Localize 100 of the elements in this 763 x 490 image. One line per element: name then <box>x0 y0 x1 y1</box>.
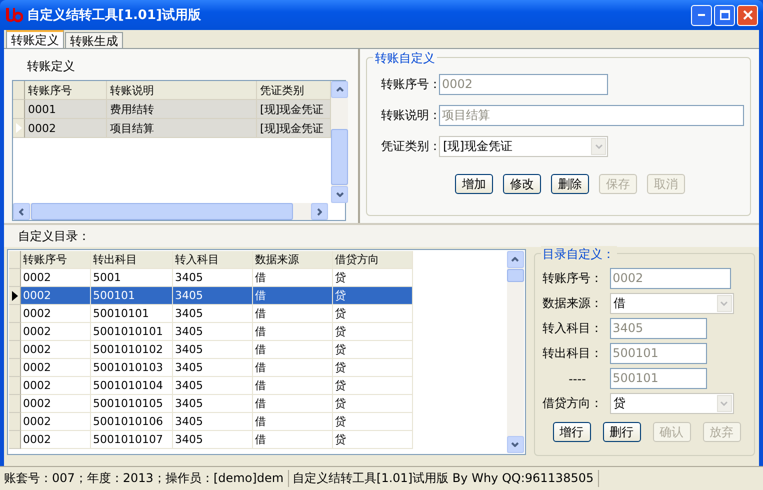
window-title: 自定义结转工具[1.01]试用版 <box>27 6 201 24</box>
input-field[interactable]: 0002 <box>439 74 608 95</box>
table-cell: 500101 <box>91 287 173 305</box>
table-cell: 5001010104 <box>91 377 173 395</box>
scroll-thumb[interactable] <box>331 129 348 185</box>
chevron-down-icon <box>720 401 728 406</box>
table-cell: 0002 <box>21 341 91 359</box>
table-cell: 3405 <box>173 305 253 323</box>
table-cell: 借 <box>253 395 333 413</box>
field-label: ---- <box>568 372 587 386</box>
table-cell: 贷 <box>333 341 413 359</box>
vertical-scrollbar[interactable] <box>331 81 348 203</box>
table-cell: 贷 <box>333 305 413 323</box>
app-logo-icon <box>5 7 23 23</box>
table-cell: 项目结算 <box>107 119 257 138</box>
dropdown[interactable]: 借 <box>610 293 734 314</box>
table-cell: 3405 <box>173 413 253 431</box>
maximize-button[interactable] <box>714 4 735 26</box>
table-cell: 借 <box>253 377 333 395</box>
table-cell: 5001010106 <box>91 413 173 431</box>
column-header[interactable]: 转出科目 <box>91 251 173 269</box>
table-cell: 0002 <box>21 413 91 431</box>
scroll-thumb[interactable] <box>506 269 524 282</box>
column-header[interactable]: 转账序号 <box>21 251 91 269</box>
chevron-down-icon <box>511 442 520 447</box>
table-cell: 贷 <box>333 323 413 341</box>
table-cell: 3405 <box>173 359 253 377</box>
table-cell: 费用结转 <box>107 100 257 119</box>
scroll-left-button[interactable] <box>13 203 30 220</box>
group-title: 转账自定义 <box>373 50 437 67</box>
column-header[interactable]: 转账序号 <box>25 81 107 100</box>
input-field[interactable]: 项目结算 <box>439 105 744 126</box>
field-label: 借贷方向： <box>542 395 604 412</box>
chevron-down-icon <box>336 192 344 197</box>
table-cell: 借 <box>253 359 333 377</box>
table-cell: 0002 <box>25 119 107 138</box>
table-cell: 5001010105 <box>91 395 173 413</box>
column-header[interactable]: 借贷方向 <box>333 251 413 269</box>
column-header[interactable]: 数据来源 <box>253 251 333 269</box>
scroll-up-button[interactable] <box>331 81 348 98</box>
table-cell: 5001010107 <box>91 431 173 449</box>
table-cell: 5001010102 <box>91 341 173 359</box>
section-title: 自定义目录： <box>18 228 90 244</box>
input-field[interactable]: 0002 <box>610 268 731 289</box>
field-label: 转入科目： <box>542 320 604 337</box>
table-cell: 贷 <box>333 359 413 377</box>
input-field[interactable]: 3405 <box>610 318 707 339</box>
close-button[interactable] <box>737 4 758 26</box>
form-button[interactable]: 增行 <box>552 422 591 442</box>
field-label: 转账序号： <box>381 76 439 93</box>
table-cell: 贷 <box>333 395 413 413</box>
dropdown[interactable]: [现]现金凭证 <box>439 136 608 157</box>
table-cell: 0002 <box>21 287 91 305</box>
column-header[interactable]: 转账说明 <box>107 81 257 100</box>
chevron-down-icon <box>594 144 602 149</box>
scroll-right-button[interactable] <box>311 203 328 220</box>
section-title: 转账定义 <box>27 58 76 75</box>
minimize-icon <box>698 14 705 16</box>
column-header[interactable]: 凭证类别 <box>257 81 331 100</box>
form-button[interactable]: 删除 <box>551 174 589 194</box>
scroll-down-button[interactable] <box>506 436 524 453</box>
table-cell: 0002 <box>21 431 91 449</box>
maximize-icon <box>720 10 730 20</box>
table-cell: 3405 <box>173 287 253 305</box>
horizontal-scrollbar[interactable] <box>13 203 328 220</box>
input-field[interactable]: 500101 <box>610 343 707 364</box>
close-icon <box>742 10 752 20</box>
scroll-down-button[interactable] <box>331 186 348 203</box>
table-cell: [现]现金凭证 <box>257 100 331 119</box>
row-indicator[interactable] <box>9 287 21 305</box>
tab[interactable]: 转账生成 <box>65 32 123 48</box>
minimize-button[interactable] <box>691 4 712 26</box>
table-cell: 50010101 <box>91 305 173 323</box>
form-button[interactable]: 增加 <box>455 174 493 194</box>
table-cell: 贷 <box>333 377 413 395</box>
table-cell: 3405 <box>173 377 253 395</box>
vertical-scrollbar[interactable] <box>506 251 524 453</box>
scroll-up-button[interactable] <box>506 251 524 268</box>
column-header[interactable]: 转入科目 <box>173 251 253 269</box>
table-cell: 5001010103 <box>91 359 173 377</box>
dropdown[interactable]: 贷 <box>610 393 734 414</box>
table-cell: 3405 <box>173 431 253 449</box>
field-label: 转账说明： <box>381 107 439 124</box>
table-cell: 0002 <box>21 377 91 395</box>
table-cell: 借 <box>253 323 333 341</box>
input-field[interactable]: 500101 <box>610 368 707 389</box>
table-cell: 0002 <box>21 323 91 341</box>
table-cell: 借 <box>253 413 333 431</box>
tab[interactable]: 转账定义 <box>6 30 64 48</box>
scroll-thumb[interactable] <box>31 203 293 220</box>
table-cell: 3405 <box>173 341 253 359</box>
field-label: 数据来源： <box>542 295 604 312</box>
row-header <box>9 251 21 269</box>
form-button[interactable]: 修改 <box>503 174 541 194</box>
table-cell: [现]现金凭证 <box>257 119 331 138</box>
table-cell: 3405 <box>173 395 253 413</box>
chevron-left-icon <box>19 208 24 216</box>
table-cell: 0001 <box>25 100 107 119</box>
form-button[interactable]: 删行 <box>602 422 641 442</box>
table-cell: 0002 <box>21 305 91 323</box>
